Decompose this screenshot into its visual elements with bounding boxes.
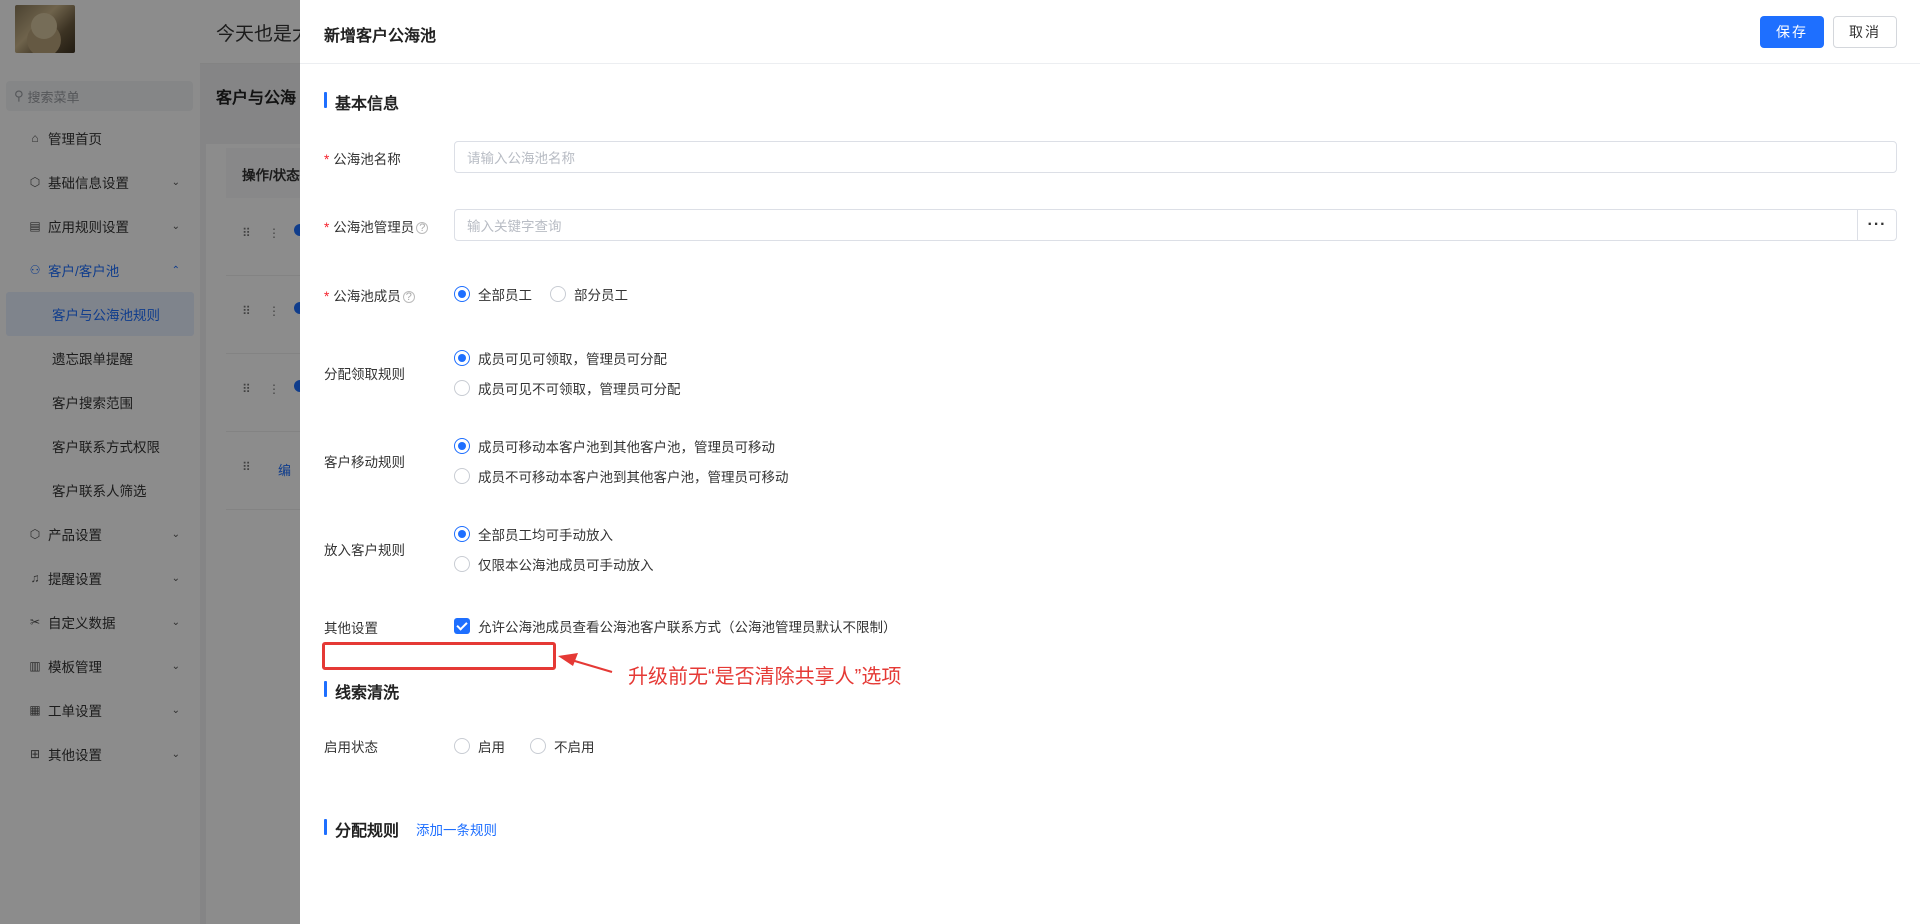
put-rule-option-1[interactable]: 全部员工均可手动放入 — [454, 524, 613, 544]
checkbox-checked-icon — [454, 618, 470, 634]
save-button[interactable]: 保存 — [1760, 16, 1824, 48]
radio-label: 成员不可移动本客户池到其他客户池，管理员可移动 — [478, 470, 789, 485]
radio-checked-icon — [454, 526, 470, 542]
radio-label: 仅限本公海池成员可手动放入 — [478, 558, 654, 573]
pool-admin-label-text: 公海池管理员 — [333, 220, 415, 235]
put-rule-label: 放入客户规则 — [324, 543, 405, 558]
enable-status-label: 启用状态 — [324, 740, 378, 755]
section-title-clue: 线索清洗 — [324, 679, 399, 703]
members-all-radio[interactable]: 全部员工 — [454, 284, 532, 304]
radio-unchecked-icon — [454, 380, 470, 396]
radio-label: 成员可移动本客户池到其他客户池，管理员可移动 — [478, 440, 775, 455]
claim-rule-option-1[interactable]: 成员可见可领取，管理员可分配 — [454, 348, 667, 368]
add-rule-link[interactable]: 添加一条规则 — [416, 819, 497, 839]
radio-checked-icon — [454, 286, 470, 302]
radio-label: 成员可见可领取，管理员可分配 — [478, 352, 667, 367]
radio-unchecked-icon — [454, 556, 470, 572]
help-icon[interactable]: ? — [402, 291, 415, 303]
radio-checked-icon — [454, 438, 470, 454]
radio-checked-icon — [454, 350, 470, 366]
move-rule-option-1[interactable]: 成员可移动本客户池到其他客户池，管理员可移动 — [454, 436, 775, 456]
enable-radio[interactable]: 启用 — [454, 736, 505, 756]
radio-unchecked-icon — [530, 738, 546, 754]
annotation-text: 升级前无“是否清除共享人”选项 — [628, 666, 902, 688]
section-title-basic: 基本信息 — [324, 90, 399, 114]
annotation-arrow-icon — [558, 653, 613, 674]
annotation-highlight-box — [322, 642, 556, 670]
radio-label: 成员可见不可领取，管理员可分配 — [478, 382, 681, 397]
put-rule-option-2[interactable]: 仅限本公海池成员可手动放入 — [454, 554, 654, 574]
claim-rule-option-2[interactable]: 成员可见不可领取，管理员可分配 — [454, 378, 681, 398]
pool-admin-input[interactable]: 输入关键字查询 — [454, 209, 1858, 241]
new-pool-drawer: 新增客户公海池 保存 取消 基本信息 * 公海池名称 请输入公海池名称 * 公海池管… — [300, 0, 1920, 924]
radio-label: 启用 — [478, 740, 505, 755]
section-title-distribution: 分配规则 — [324, 817, 399, 841]
pool-name-label-text: 公海池名称 — [333, 152, 401, 167]
other-settings-label: 其他设置 — [324, 621, 378, 636]
radio-unchecked-icon — [550, 286, 566, 302]
required-mark: * — [324, 220, 330, 235]
members-partial-radio[interactable]: 部分员工 — [550, 284, 628, 304]
required-mark: * — [324, 289, 330, 304]
pool-admin-label: * 公海池管理员? — [324, 216, 429, 236]
move-rule-label: 客户移动规则 — [324, 455, 405, 470]
required-mark: * — [324, 152, 330, 167]
pool-name-label: * 公海池名称 — [324, 148, 401, 168]
help-icon[interactable]: ? — [416, 222, 429, 234]
pool-admin-placeholder: 输入关键字查询 — [467, 219, 562, 234]
pool-members-label: * 公海池成员? — [324, 285, 415, 305]
drawer-header: 新增客户公海池 保存 取消 — [300, 0, 1920, 64]
drawer-title: 新增客户公海池 — [324, 28, 437, 45]
radio-label: 不启用 — [554, 740, 595, 755]
cancel-button[interactable]: 取消 — [1833, 16, 1897, 48]
radio-label: 全部员工 — [478, 288, 532, 303]
more-options-button[interactable]: ··· — [1857, 209, 1897, 241]
pool-members-label-text: 公海池成员 — [333, 289, 401, 304]
radio-unchecked-icon — [454, 468, 470, 484]
allow-view-contact-checkbox[interactable]: 允许公海池成员查看公海池客户联系方式（公海池管理员默认不限制） — [454, 616, 897, 636]
claim-rule-label: 分配领取规则 — [324, 367, 405, 382]
radio-unchecked-icon — [454, 738, 470, 754]
checkbox-label: 允许公海池成员查看公海池客户联系方式（公海池管理员默认不限制） — [478, 620, 897, 635]
radio-label: 部分员工 — [574, 288, 628, 303]
pool-name-input[interactable]: 请输入公海池名称 — [454, 141, 1897, 173]
radio-label: 全部员工均可手动放入 — [478, 528, 613, 543]
disable-radio[interactable]: 不启用 — [530, 736, 595, 756]
pool-name-placeholder: 请输入公海池名称 — [467, 151, 575, 166]
move-rule-option-2[interactable]: 成员不可移动本客户池到其他客户池，管理员可移动 — [454, 466, 789, 486]
